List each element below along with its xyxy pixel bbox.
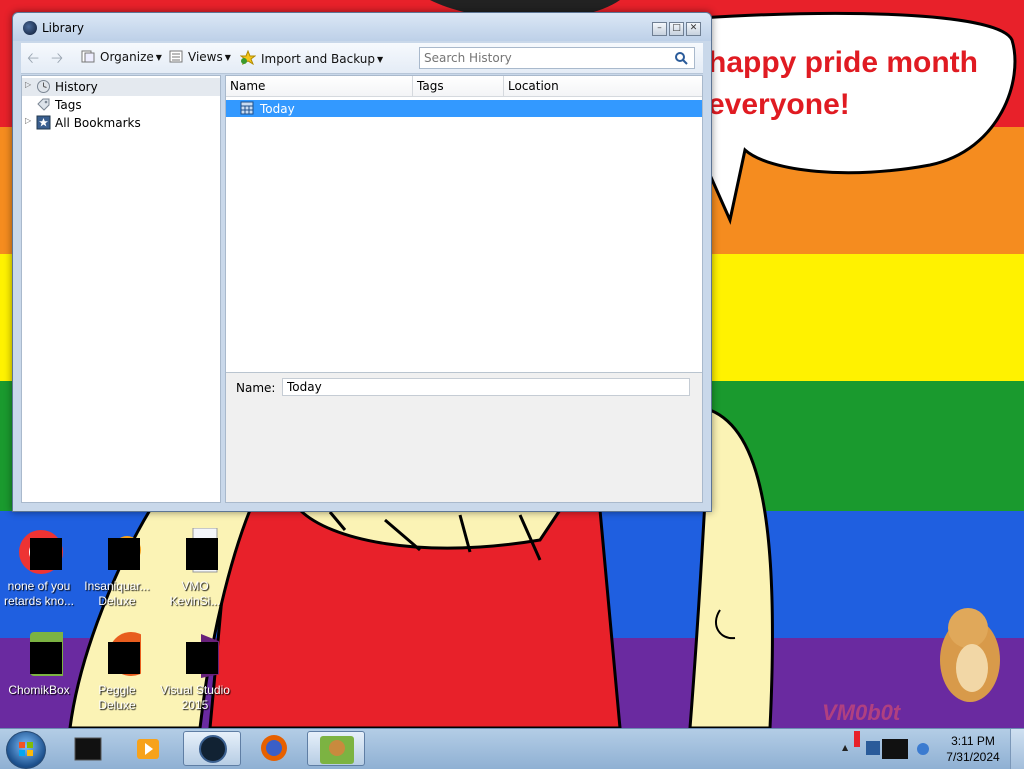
name-field-label: Name: (236, 381, 276, 395)
sidebar-item-tags[interactable]: Tags (22, 96, 220, 114)
sidebar-item-all-bookmarks[interactable]: ▷ All Bookmarks (22, 114, 220, 132)
close-button[interactable]: ✕ (686, 22, 701, 36)
desktop-icon-label: VMO (181, 579, 209, 593)
window-title: Library (42, 21, 84, 35)
sidebar-item-history[interactable]: ▷ History (22, 78, 220, 96)
desktop-icon-label: retards kno... (3, 594, 75, 608)
library-toolbar: 🡠 🡢 Organize ▼ Views ▼ Import and Backup ▼ (21, 43, 703, 74)
dropdown-caret-icon: ▼ (224, 53, 231, 62)
desktop-icon-peggle-deluxe[interactable]: Peggle Deluxe (78, 632, 156, 713)
speech-bubble-line-2: everyone! (708, 88, 850, 121)
views-label: Views (188, 50, 223, 64)
sidebar-item-label: All Bookmarks (55, 116, 141, 130)
desktop-icon-label: none of you (7, 579, 71, 593)
desktop-icon-label: Deluxe (98, 594, 136, 608)
forward-arrow-icon[interactable]: 🡢 (51, 48, 69, 67)
red-swirl-icon (15, 528, 63, 576)
views-menu-button[interactable]: Views ▼ (169, 50, 231, 64)
media-player-icon (137, 739, 159, 759)
desktop-icon-insaniquarium[interactable]: Insaniquar... Deluxe (78, 528, 156, 609)
places-sidebar: ▷ History Tags ▷ All Bookmarks (21, 75, 221, 503)
taskbar-app-firefox[interactable] (245, 731, 303, 766)
clock-icon (36, 79, 51, 94)
places-list: Name Tags Location Today (226, 76, 702, 373)
desktop-icon-label: Insaniquar... (84, 579, 150, 593)
black-cube-icon (74, 737, 102, 761)
taskbar-app-chomikbox[interactable] (307, 731, 365, 766)
expand-arrow-icon[interactable]: ▷ (25, 80, 31, 89)
search-input[interactable] (424, 50, 664, 65)
maximize-button[interactable]: □ (669, 22, 684, 36)
taskbar: ▲ 3:11 PM 7/31/2024 (0, 728, 1024, 769)
document-icon (171, 527, 219, 576)
firefox-icon (23, 21, 37, 35)
search-history-field[interactable] (419, 47, 695, 69)
desktop-icon-label: 2015 (181, 698, 209, 712)
desktop-icon-label: Visual Studio (160, 683, 230, 697)
column-header-name[interactable]: Name (226, 76, 413, 97)
search-icon[interactable] (674, 51, 688, 65)
column-header-location[interactable]: Location (504, 76, 702, 97)
organize-menu-button[interactable]: Organize ▼ (81, 50, 162, 64)
row-name-cell: Today (260, 102, 295, 116)
details-pane: Name: (226, 373, 702, 502)
calendar-icon (240, 101, 254, 115)
organize-icon (81, 50, 95, 63)
system-tray (838, 729, 938, 769)
firefox-icon (261, 735, 287, 761)
taskbar-app-media-player[interactable] (120, 731, 178, 766)
desktop-icon-label: KevinSi... (169, 594, 221, 608)
show-desktop-button[interactable] (1010, 729, 1024, 769)
places-content: Name Tags Location Today Name: (225, 75, 703, 503)
tag-icon (36, 97, 51, 112)
speech-bubble-line-1: happy pride month (708, 46, 978, 79)
column-header-tags[interactable]: Tags (413, 76, 504, 97)
dropdown-caret-icon: ▼ (377, 55, 384, 64)
views-icon (169, 50, 183, 63)
desktop-icon-label: ChomikBox (8, 683, 70, 697)
library-window: Library – □ ✕ 🡠 🡢 Organize ▼ Views ▼ Impor… (12, 12, 712, 512)
organize-label: Organize (100, 50, 154, 64)
fish-icon (93, 528, 141, 576)
desktop-icon-visual-studio[interactable]: Visual Studio 2015 (156, 632, 234, 713)
back-arrow-icon[interactable]: 🡠 (27, 48, 45, 67)
tray-icons (854, 731, 929, 759)
import-backup-label: Import and Backup (261, 52, 376, 66)
expand-arrow-icon[interactable]: ▷ (25, 116, 31, 125)
name-field[interactable] (282, 378, 690, 396)
desktop-icon-none-of-you[interactable]: none of you retards kno... (0, 528, 78, 609)
taskbar-clock[interactable]: 3:11 PM 7/31/2024 (940, 729, 1006, 769)
title-bar[interactable]: Library – □ ✕ (13, 13, 711, 41)
start-button[interactable] (6, 731, 46, 769)
desktop-icon-label: Peggle Deluxe (98, 683, 136, 712)
minimize-button[interactable]: – (652, 22, 667, 36)
hamster-box-icon (15, 632, 75, 680)
taskbar-app-black-cube[interactable] (60, 731, 118, 766)
import-backup-menu-button[interactable]: Import and Backup ▼ (239, 49, 384, 66)
clock-time: 3:11 PM (951, 734, 995, 748)
desktop-icon-chomikbox[interactable]: ChomikBox (0, 632, 78, 698)
hamster-box-icon (320, 736, 354, 764)
wallpaper-watermark: VM0b0t (822, 700, 901, 725)
windows-logo-icon (19, 742, 33, 756)
sidebar-item-label: Tags (55, 98, 82, 112)
star-icon (36, 115, 51, 130)
taskbar-app-library-window[interactable] (183, 731, 241, 766)
sidebar-item-label: History (55, 80, 98, 94)
firefox-library-icon (199, 735, 227, 763)
dropdown-caret-icon: ▼ (155, 53, 162, 62)
import-star-icon (239, 49, 257, 66)
visual-studio-icon (171, 632, 231, 680)
desktop-icon-vmo-file[interactable]: VMO KevinSi... (156, 527, 234, 609)
clock-date: 7/31/2024 (946, 750, 1000, 764)
peggle-icon (93, 632, 153, 680)
table-row[interactable]: Today (226, 100, 702, 117)
